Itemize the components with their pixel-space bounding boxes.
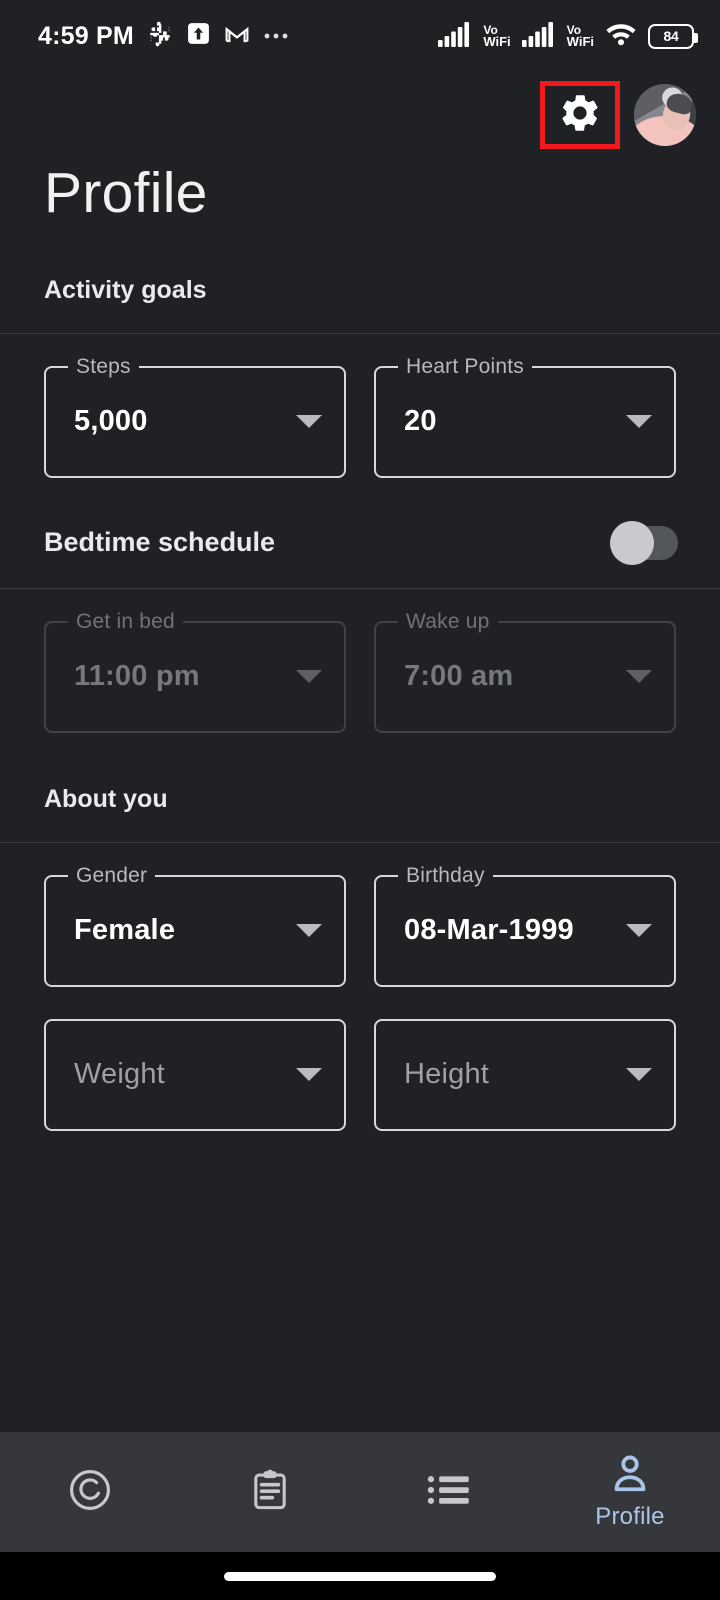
gear-icon[interactable] <box>558 91 602 140</box>
activity-goals-row: Steps 5,000 Heart Points 20 <box>0 334 720 478</box>
wifi-icon <box>605 21 637 52</box>
app-bar <box>0 72 720 158</box>
gender-dropdown[interactable]: Gender Female <box>44 863 346 987</box>
about-you-row-2: Weight Height <box>0 987 720 1131</box>
vowifi-indicator-1: Vo WiFi <box>483 24 511 49</box>
chevron-down-icon[interactable] <box>626 415 652 429</box>
heart-points-value: 20 <box>404 405 437 438</box>
height-placeholder: Height <box>404 1058 490 1091</box>
vowifi-label-bottom: WiFi <box>483 34 511 49</box>
vowifi-indicator-2: Vo WiFi <box>566 24 594 49</box>
gesture-bar[interactable] <box>0 1552 720 1600</box>
get-in-bed-dropdown[interactable]: Get in bed 11:00 pm <box>44 609 346 733</box>
birthday-label: Birthday <box>398 863 493 888</box>
status-bar-right: Vo WiFi Vo WiFi 84 <box>438 21 698 52</box>
bedtime-schedule-row: Bedtime schedule <box>0 478 720 565</box>
height-dropdown[interactable]: Height <box>374 1018 676 1131</box>
status-bar-left: 4:59 PM <box>38 21 293 52</box>
bedtime-schedule-toggle[interactable] <box>610 520 678 565</box>
status-bar-clock: 4:59 PM <box>38 21 134 50</box>
chevron-down-icon[interactable] <box>296 415 322 429</box>
profile-content: Profile Activity goals Steps 5,000 Heart… <box>0 158 720 1432</box>
vowifi-label-bottom: WiFi <box>566 34 594 49</box>
weight-dropdown[interactable]: Weight <box>44 1018 346 1131</box>
battery-icon: 84 <box>648 23 698 49</box>
bulleted-list-icon[interactable] <box>427 1472 473 1513</box>
wake-up-value: 7:00 am <box>404 660 514 693</box>
birthday-dropdown[interactable]: Birthday 08-Mar-1999 <box>374 863 676 987</box>
upload-arrow-icon <box>186 21 211 51</box>
battery-percent-label: 84 <box>663 28 679 44</box>
settings-button[interactable] <box>540 81 620 149</box>
get-in-bed-label: Get in bed <box>68 609 183 634</box>
activity-ring-icon[interactable] <box>66 1466 114 1519</box>
clipboard-icon[interactable] <box>247 1467 293 1518</box>
nav-item-profile[interactable]: Profile <box>540 1432 720 1552</box>
bedtime-schedule-label: Bedtime schedule <box>44 527 276 558</box>
section-heading-activity-goals: Activity goals <box>44 275 207 304</box>
birthday-value: 08-Mar-1999 <box>404 914 574 947</box>
page-title: Profile <box>44 161 208 225</box>
status-bar: 4:59 PM Vo WiFi Vo WiFi 84 <box>0 0 720 72</box>
chevron-down-icon[interactable] <box>626 1068 652 1082</box>
slack-icon <box>147 21 173 52</box>
toggle-thumb <box>610 520 654 565</box>
nav-item-browse[interactable] <box>360 1432 540 1552</box>
wake-up-dropdown[interactable]: Wake up 7:00 am <box>374 609 676 733</box>
chevron-down-icon[interactable] <box>626 924 652 938</box>
chevron-down-icon[interactable] <box>296 1068 322 1082</box>
section-heading-about-you: About you <box>44 784 168 813</box>
steps-dropdown[interactable]: Steps 5,000 <box>44 354 346 478</box>
gender-label: Gender <box>68 863 156 888</box>
signal-bars-icon <box>438 21 472 52</box>
steps-value: 5,000 <box>74 405 148 438</box>
nav-item-home[interactable] <box>0 1432 180 1552</box>
phone-screen: 4:59 PM Vo WiFi Vo WiFi 84 Profile Activ… <box>0 0 720 1600</box>
avatar[interactable] <box>634 84 696 146</box>
gmail-icon <box>224 21 250 52</box>
get-in-bed-value: 11:00 pm <box>74 660 200 693</box>
gesture-pill[interactable] <box>224 1571 496 1581</box>
nav-item-journal[interactable] <box>180 1432 360 1552</box>
about-you-row-1: Gender Female Birthday 08-Mar-1999 <box>0 843 720 987</box>
chevron-down-icon[interactable] <box>296 670 322 684</box>
steps-label: Steps <box>68 354 139 379</box>
heart-points-dropdown[interactable]: Heart Points 20 <box>374 354 676 478</box>
more-dots-icon <box>263 27 293 45</box>
person-icon[interactable] <box>608 1454 652 1499</box>
gender-value: Female <box>74 914 176 947</box>
heart-points-label: Heart Points <box>398 354 532 379</box>
nav-item-profile-label: Profile <box>595 1502 665 1530</box>
bottom-navigation: Profile <box>0 1432 720 1552</box>
chevron-down-icon[interactable] <box>296 924 322 938</box>
bedtime-fields-row: Get in bed 11:00 pm Wake up 7:00 am <box>0 589 720 733</box>
wake-up-label: Wake up <box>398 609 498 634</box>
chevron-down-icon[interactable] <box>626 670 652 684</box>
weight-placeholder: Weight <box>74 1058 165 1091</box>
signal-bars-icon <box>521 21 556 52</box>
